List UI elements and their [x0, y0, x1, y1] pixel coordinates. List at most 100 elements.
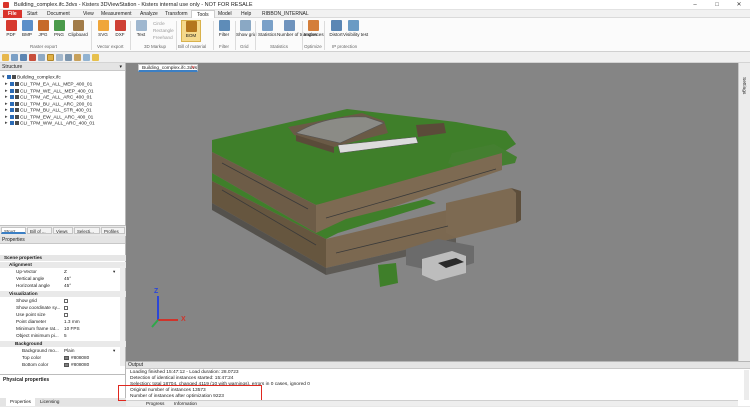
tab-start[interactable]: Start	[22, 10, 43, 18]
render-mode-icon[interactable]	[56, 54, 63, 61]
checkbox-icon[interactable]	[10, 121, 14, 125]
clipboard-button[interactable]: Clipboard	[67, 20, 89, 42]
alignment-header[interactable]: Alignment	[0, 262, 126, 269]
tab-views[interactable]: Views	[53, 227, 73, 234]
property-row[interactable]: Use point size	[0, 312, 126, 318]
dxf-button[interactable]: DXF	[111, 20, 129, 42]
building-model[interactable]	[126, 63, 738, 361]
property-value[interactable]: 45°	[64, 276, 71, 282]
property-value[interactable]: Plain	[64, 348, 74, 354]
property-row[interactable]: Top color #808080	[0, 355, 126, 361]
markup-text-button[interactable]: Text	[132, 20, 150, 42]
tab-structure[interactable]: Struct...	[1, 227, 26, 234]
document-tab[interactable]: Building_complex.ifc.3dvs ✕	[138, 64, 198, 72]
property-row[interactable]: Up-Vector Z ▾	[0, 269, 126, 275]
eye-icon[interactable]	[15, 114, 19, 119]
maximize-button[interactable]: □	[706, 0, 728, 10]
tab-profiles[interactable]: Profiles	[101, 227, 125, 234]
camera-icon[interactable]	[65, 54, 72, 61]
tree-item[interactable]: ▸ CLI_TPM_BU_ALL_ARC_200_01	[5, 101, 92, 108]
markup-circle-button[interactable]: Circle	[153, 21, 165, 26]
output-scrollbar[interactable]	[744, 370, 749, 400]
tree-item[interactable]: ▸ CLI_TPM_AE_ALL_ARC_400_01	[5, 95, 92, 101]
tab-properties[interactable]: Properties	[6, 398, 35, 406]
tree-item[interactable]: ▸ CLI_TPM_BU_ALL_STR_400_01	[5, 108, 92, 114]
show-grid-button[interactable]: Show grid	[236, 20, 256, 42]
pin-icon[interactable]: ▾	[119, 63, 122, 71]
property-row[interactable]: Horizontal angle 45°	[0, 283, 126, 289]
sun-icon[interactable]	[92, 54, 99, 61]
properties-scrollbar[interactable]	[120, 266, 125, 366]
checkbox-icon[interactable]	[7, 75, 11, 79]
eye-icon[interactable]	[15, 82, 19, 86]
close-tab-icon[interactable]: ✕	[191, 65, 195, 72]
show-coordinate-system-checkbox[interactable]	[64, 305, 68, 311]
tree-item[interactable]: ▸ CLI_TPM_WE_ALL_MEP_400_01	[5, 88, 94, 95]
eye-icon[interactable]	[15, 88, 19, 93]
property-value[interactable]: 5	[64, 333, 67, 339]
property-row[interactable]: Object minimum pi... 5	[0, 333, 126, 339]
checkbox-icon[interactable]	[10, 108, 14, 112]
tree-item[interactable]: ▸ CLI_TPM_WW_ALL_ARC_400_01	[5, 121, 95, 127]
property-value[interactable]: 10 FPS	[64, 326, 80, 332]
checkbox-icon[interactable]	[10, 82, 14, 86]
tab-tools[interactable]: Tools	[191, 10, 215, 18]
explode-icon[interactable]	[83, 54, 90, 61]
property-value[interactable]: 1.3 mm	[64, 319, 80, 325]
number-of-triangles-button[interactable]: Number of triangles	[277, 20, 317, 42]
property-row[interactable]: Vertical angle 45°	[0, 276, 126, 282]
color-value[interactable]: #808080	[64, 362, 89, 368]
select-icon[interactable]	[11, 54, 18, 61]
tab-licensing[interactable]: Licensing	[36, 398, 63, 406]
dropdown-arrow-icon[interactable]: ▾	[113, 348, 115, 354]
dropdown-arrow-icon[interactable]: ▾	[113, 269, 115, 275]
tab-progress[interactable]: Progress	[146, 401, 164, 407]
scene-properties-header[interactable]: Scene properties	[0, 255, 126, 262]
tab-file[interactable]: File	[3, 10, 22, 18]
3d-viewport[interactable]	[126, 63, 738, 361]
open-icon[interactable]	[2, 54, 9, 61]
tree-item[interactable]: ▸ CLI_TPM_EA_ALL_MEP_400_01	[5, 82, 92, 88]
tab-measurement[interactable]: Measurement	[96, 10, 137, 18]
tab-ribbon-internal[interactable]: RIBBON_INTERNAL	[257, 10, 314, 18]
home-icon[interactable]	[20, 54, 27, 61]
property-row[interactable]: Point diameter 1.3 mm	[0, 319, 126, 325]
property-row[interactable]: Minimum frame rat... 10 FPS	[0, 326, 126, 332]
markup-freehand-button[interactable]: Freehand	[153, 35, 173, 40]
bom-button[interactable]: BOM	[181, 20, 201, 42]
background-header[interactable]: Background	[0, 341, 126, 348]
tab-help[interactable]: Help	[236, 10, 256, 18]
property-row[interactable]: Bottom color #808080	[0, 362, 126, 368]
eye-icon[interactable]	[15, 121, 19, 125]
tab-analyze[interactable]: Analyze	[135, 10, 163, 18]
filter-button[interactable]: Filter	[215, 20, 233, 42]
cut-icon[interactable]	[74, 54, 81, 61]
property-row[interactable]: Show grid	[0, 298, 126, 304]
png-button[interactable]: PNG	[50, 20, 68, 42]
tab-bill-of-material[interactable]: Bill of ...	[27, 227, 52, 234]
eye-icon[interactable]	[15, 108, 19, 112]
checkbox-icon[interactable]	[10, 88, 14, 93]
pan-icon[interactable]	[29, 54, 36, 61]
tab-transform[interactable]: Transform	[160, 10, 193, 18]
settings-tab[interactable]: Settings	[741, 77, 746, 94]
eye-icon[interactable]	[12, 75, 16, 79]
eye-icon[interactable]	[15, 95, 19, 99]
instances-button[interactable]: Instances	[304, 20, 324, 42]
tree-item[interactable]: ▸ CLI_TPM_EW_ALL_ARC_400_01	[5, 114, 93, 121]
property-row[interactable]: Background mo... Plain ▾	[0, 348, 126, 354]
show-grid-checkbox[interactable]	[64, 298, 68, 304]
close-button[interactable]: ✕	[728, 0, 750, 10]
visualization-header[interactable]: Visualization	[0, 291, 126, 298]
fit-icon[interactable]	[38, 54, 45, 61]
minimize-button[interactable]: –	[684, 0, 706, 10]
tab-selection[interactable]: Selecti...	[74, 227, 100, 234]
statistics-button[interactable]: Statistics	[258, 20, 276, 42]
visibility-test-button[interactable]: Visibility test	[343, 20, 368, 42]
tab-information[interactable]: Information	[174, 401, 197, 407]
use-point-size-checkbox[interactable]	[64, 312, 68, 318]
property-value[interactable]: 45°	[64, 283, 71, 289]
box-select-icon[interactable]	[47, 54, 54, 61]
property-value[interactable]: Z	[64, 269, 67, 275]
checkbox-icon[interactable]	[10, 95, 14, 99]
